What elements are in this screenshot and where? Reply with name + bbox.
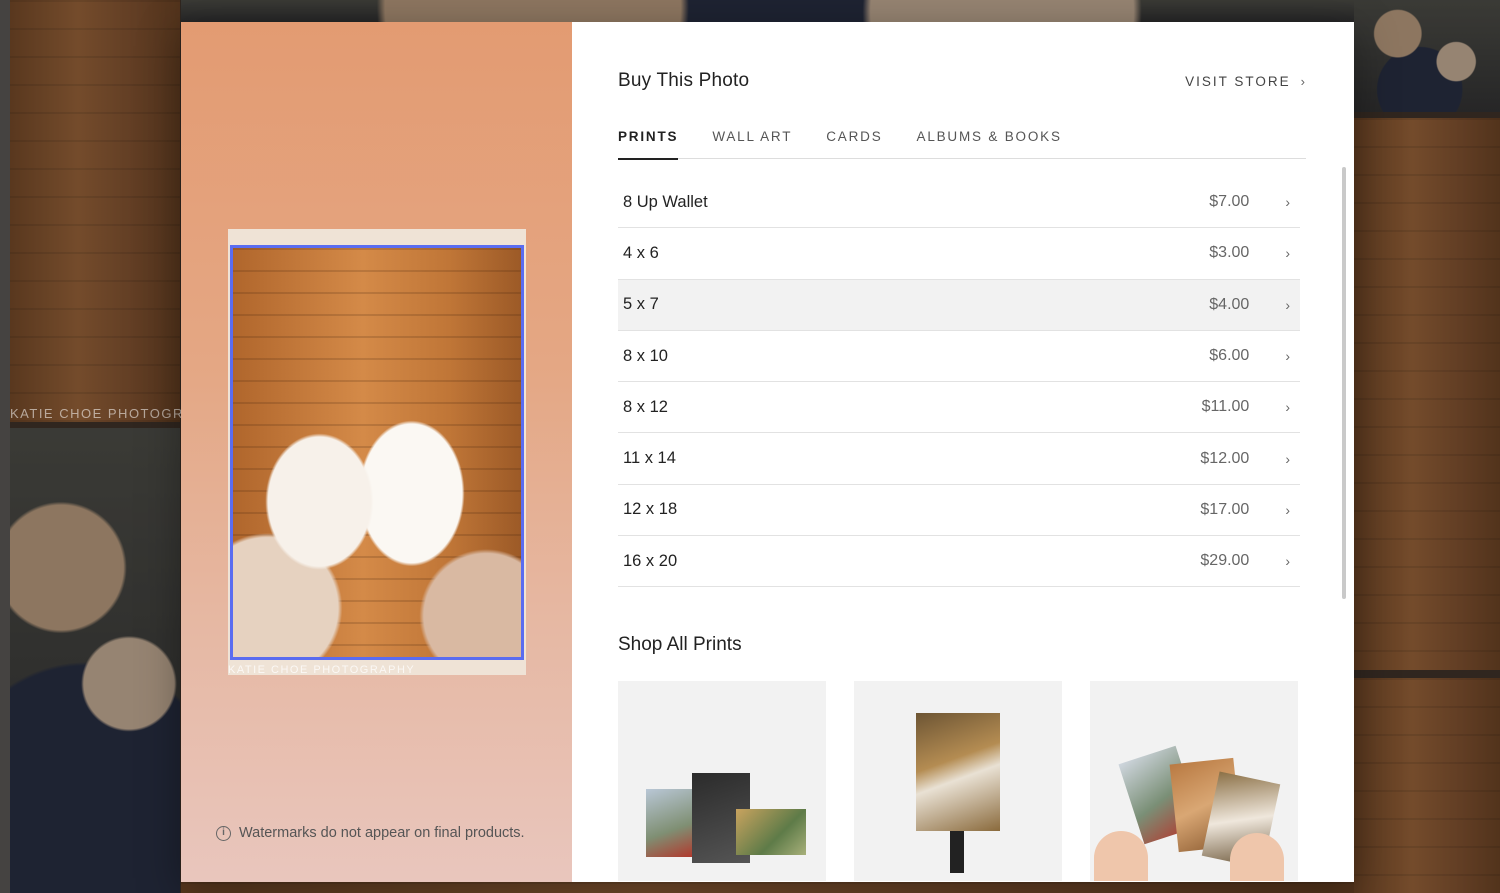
print-card[interactable] [618, 681, 826, 881]
print-card[interactable] [1090, 681, 1298, 881]
product-row[interactable]: 8 x 10 $6.00 › [618, 331, 1300, 383]
watermark-note-text: Watermarks do not appear on final produc… [239, 825, 525, 841]
chevron-right-icon: › [1300, 74, 1307, 89]
info-icon: i [216, 825, 231, 841]
product-row[interactable]: 12 x 18 $17.00 › [618, 485, 1300, 537]
shop-content: Buy This Photo VISIT STORE › PRINTS WALL… [618, 22, 1307, 881]
hand-image [1094, 831, 1148, 881]
product-size: 12 x 18 [623, 500, 678, 519]
gallery-photo [181, 0, 1354, 22]
person-legs-image [950, 831, 964, 873]
shop-title: Buy This Photo [618, 70, 750, 91]
photo-watermark: KATIE CHOE PHOTOGRAPHY [228, 664, 416, 676]
product-size: 5 x 7 [623, 295, 659, 314]
chevron-right-icon: › [1285, 450, 1290, 467]
gallery-photo [181, 882, 1354, 893]
background-watermark: KATIE CHOE PHOTOGRA [10, 406, 195, 421]
product-row[interactable]: 8 x 12 $11.00 › [618, 382, 1300, 434]
chevron-right-icon: › [1285, 245, 1290, 262]
product-price: $6.00 [1209, 347, 1250, 365]
product-price: $11.00 [1201, 398, 1250, 416]
product-size: 8 Up Wallet [623, 192, 708, 211]
chevron-right-icon: › [1285, 194, 1290, 211]
photo-frame: KATIE CHOE PHOTOGRAPHY [228, 229, 526, 676]
chevron-right-icon: › [1285, 399, 1290, 416]
product-size: 11 x 14 [623, 449, 676, 468]
photo-crop-preview[interactable] [230, 245, 524, 660]
gallery-photo [1354, 118, 1500, 670]
print-sample-image [736, 809, 806, 855]
product-list: 8 Up Wallet $7.00 › 4 x 6 $3.00 › 5 x 7 … [618, 177, 1300, 588]
gallery-edge [0, 0, 10, 893]
product-price: $3.00 [1209, 244, 1250, 262]
gallery-photo [10, 0, 180, 422]
product-size: 8 x 12 [623, 397, 668, 416]
product-size: 8 x 10 [623, 346, 668, 365]
watermark-note: i Watermarks do not appear on final prod… [216, 825, 525, 841]
visit-store-label: VISIT STORE [1185, 74, 1291, 89]
product-price: $7.00 [1209, 193, 1250, 211]
product-price: $12.00 [1200, 449, 1250, 467]
product-price: $29.00 [1200, 552, 1250, 570]
print-sample-image [916, 713, 1000, 831]
product-size: 16 x 20 [623, 551, 678, 570]
chevron-right-icon: › [1285, 553, 1290, 570]
print-category-cards [618, 681, 1298, 881]
shop-pane: Buy This Photo VISIT STORE › PRINTS WALL… [572, 22, 1354, 882]
tab-albums-books[interactable]: ALBUMS & BOOKS [917, 128, 1062, 159]
chevron-right-icon: › [1285, 296, 1290, 313]
tab-prints[interactable]: PRINTS [618, 128, 679, 160]
product-size: 4 x 6 [623, 243, 659, 262]
chevron-right-icon: › [1285, 348, 1290, 365]
shop-all-prints-title: Shop All Prints [618, 634, 742, 655]
gallery-photo [10, 428, 180, 893]
tab-cards[interactable]: CARDS [826, 128, 882, 159]
gallery-photo [1354, 0, 1500, 112]
print-sample-image [646, 789, 692, 857]
chevron-right-icon: › [1285, 501, 1290, 518]
buy-photo-modal: KATIE CHOE PHOTOGRAPHY i Watermarks do n… [181, 22, 1354, 882]
hand-image [1230, 833, 1284, 881]
product-row[interactable]: 16 x 20 $29.00 › [618, 536, 1300, 588]
print-card[interactable] [854, 681, 1062, 881]
gallery-photo [1354, 678, 1500, 893]
product-tabs: PRINTS WALL ART CARDS ALBUMS & BOOKS [618, 128, 1306, 160]
product-price: $4.00 [1209, 295, 1250, 313]
product-row[interactable]: 8 Up Wallet $7.00 › [618, 177, 1300, 229]
shop-header: Buy This Photo VISIT STORE › [618, 22, 1307, 140]
product-row[interactable]: 11 x 14 $12.00 › [618, 433, 1300, 485]
product-price: $17.00 [1200, 500, 1250, 518]
photo-preview-pane: KATIE CHOE PHOTOGRAPHY i Watermarks do n… [181, 22, 572, 882]
scrollbar[interactable] [1342, 167, 1346, 599]
product-row[interactable]: 5 x 7 $4.00 › [618, 279, 1300, 331]
tab-wall-art[interactable]: WALL ART [712, 128, 792, 159]
product-row[interactable]: 4 x 6 $3.00 › [618, 228, 1300, 280]
visit-store-link[interactable]: VISIT STORE › [1185, 74, 1307, 89]
